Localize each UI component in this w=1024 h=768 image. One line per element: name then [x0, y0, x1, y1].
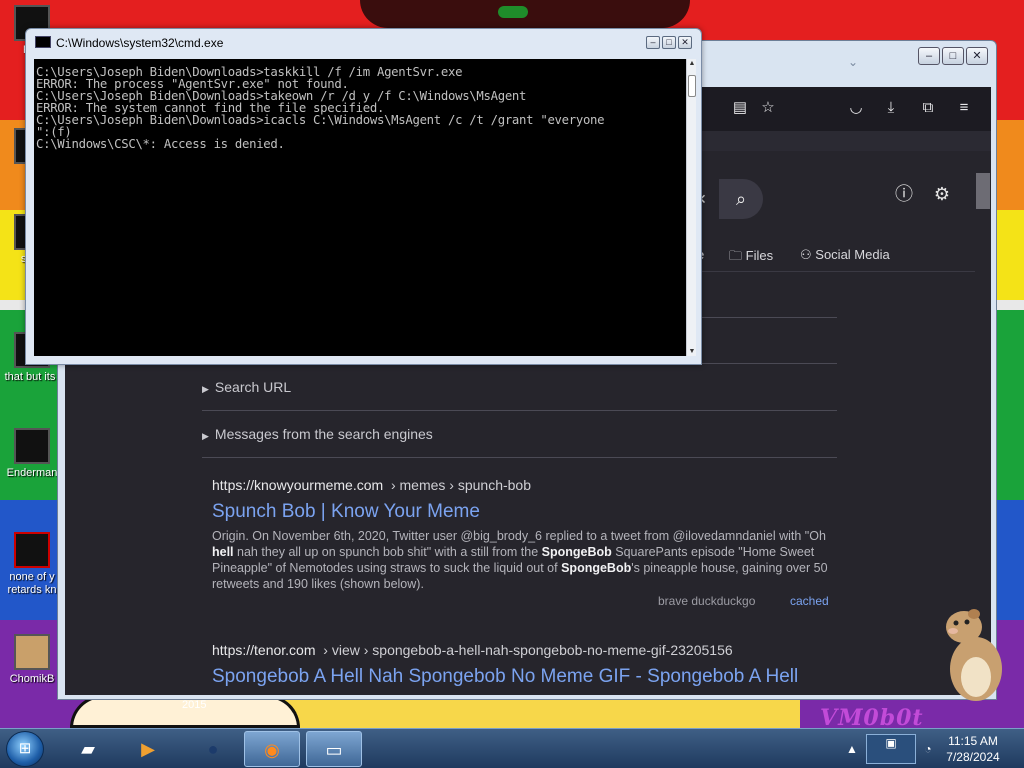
accordion-label: Search URL: [214, 379, 292, 395]
cmd-title: C:\Windows\system32\cmd.exe: [56, 36, 224, 50]
cmd-window: C:\Windows\system32\cmd.exe – □ ✕ C:\Use…: [25, 28, 702, 365]
triangle-right-icon: ▶: [202, 384, 209, 394]
files-icon: 🗀: [729, 248, 746, 263]
cmd-close-button[interactable]: ✕: [678, 36, 692, 49]
start-button[interactable]: ⊞: [6, 731, 44, 767]
cmd-scrollbar[interactable]: ▲ ▼: [686, 59, 696, 356]
browser-close-button[interactable]: ✕: [966, 47, 988, 65]
wallpaper-year-text: 2015: [182, 699, 207, 711]
desktop-icon-label: none of y retards kn: [7, 571, 57, 596]
wallpaper-vm-text: VM0b0t: [820, 705, 924, 728]
result-url[interactable]: https://tenor.com › view › spongebob-a-h…: [212, 642, 733, 658]
hamster-icon: [14, 634, 50, 670]
scroll-down-icon[interactable]: ▼: [687, 348, 697, 355]
scroll-up-icon[interactable]: ▲: [687, 60, 697, 67]
result-description: Origin. On November 6th, 2020, Twitter u…: [212, 529, 828, 591]
taskbar-app-media-player[interactable]: ▶: [120, 731, 176, 767]
hamster-pet-icon[interactable]: [940, 605, 1006, 705]
result-path: › view › spongebob-a-hell-nah-spongebob-…: [323, 642, 733, 658]
cmd-icon: [35, 36, 51, 48]
search-button[interactable]: ⌕: [719, 179, 763, 219]
menu-icon[interactable]: ≡: [953, 97, 975, 119]
result-title[interactable]: Spongebob A Hell Nah Spongebob No Meme G…: [212, 666, 798, 688]
gear-icon[interactable]: ⚙: [931, 183, 953, 205]
search-icon: ⌕: [735, 189, 747, 209]
tab-social-media[interactable]: ⚇ Social Media: [800, 247, 890, 263]
console-line: C:\Windows\CSC\*: Access is denied.: [36, 137, 285, 151]
result-path: › memes › spunch-bob: [390, 477, 532, 493]
result-url[interactable]: https://knowyourmeme.com › memes › spunc…: [212, 477, 531, 493]
wallpaper-yellow-band: [260, 700, 800, 728]
result-cached-link[interactable]: cached: [790, 594, 829, 608]
clock-date: 7/28/2024: [946, 750, 1000, 764]
cmd-maximize-button[interactable]: □: [662, 36, 676, 49]
chevron-down-icon: ⌄: [848, 55, 859, 69]
bookmark-star-icon[interactable]: ☆: [757, 97, 779, 119]
wallpaper-eyes: [498, 6, 528, 18]
desktop-icon-label: ChomikB: [9, 673, 55, 685]
console-line: C:\Users\Joseph Biden\Downloads>icacls C…: [36, 113, 605, 127]
desktop-icon-enderman[interactable]: Enderman: [2, 428, 62, 480]
info-icon[interactable]: ⓘ: [893, 183, 915, 205]
scrollbar-thumb[interactable]: [688, 75, 696, 97]
taskbar: ⊞ ▰ ▶ ● ◉ ▭ ▲ ▣ ◔ 11:15 AM 7/28/2024: [0, 728, 1024, 768]
taskbar-clock[interactable]: 11:15 AM 7/28/2024: [928, 733, 1018, 765]
extensions-icon[interactable]: ⧉: [917, 97, 939, 119]
result-domain: https://knowyourmeme.com: [212, 477, 384, 493]
pocket-icon[interactable]: ◡: [845, 97, 867, 119]
desktop-icon-none[interactable]: none of y retards kn: [2, 532, 62, 597]
accordion-label: Messages from the search engines: [214, 426, 433, 442]
browser-maximize-button[interactable]: □: [942, 47, 964, 65]
scrollbar-thumb[interactable]: [976, 173, 990, 209]
windows-logo-icon: ⊞: [18, 740, 32, 757]
tab-label: Files: [745, 248, 774, 263]
enderman-icon: [14, 428, 50, 464]
tab-files[interactable]: 🗀 Files: [729, 247, 773, 269]
app-icon: ▰: [81, 739, 95, 759]
warning-icon: [14, 532, 50, 568]
desktop-icon-chomik[interactable]: ChomikB: [2, 634, 62, 686]
taskbar-app-globe[interactable]: ●: [185, 731, 241, 767]
result-domain: https://tenor.com: [212, 642, 316, 658]
result-sources: brave duckduckgo: [658, 594, 756, 608]
taskbar-app-firefox[interactable]: ◉: [244, 731, 300, 767]
triangle-right-icon: ▶: [202, 431, 209, 441]
desktop-icon-label: that but its: [4, 371, 56, 383]
divider: [202, 457, 837, 458]
desktop-icon-label: Enderman: [6, 467, 58, 479]
taskbar-app-cmd[interactable]: ▭: [306, 731, 362, 767]
cmd-minimize-button[interactable]: –: [646, 36, 660, 49]
taskbar-app-dark[interactable]: ▰: [60, 731, 116, 767]
firefox-icon: ◉: [264, 740, 280, 760]
tab-label: Social Media: [815, 247, 890, 262]
cmd-icon: ▭: [325, 740, 343, 760]
download-icon[interactable]: ⤓: [880, 97, 902, 119]
cmd-console[interactable]: C:\Users\Joseph Biden\Downloads>taskkill…: [34, 59, 686, 356]
globe-icon: ●: [207, 739, 219, 759]
reader-view-icon[interactable]: ▤: [729, 97, 751, 119]
accordion-messages[interactable]: ▶ Messages from the search engines: [202, 426, 433, 442]
people-icon: ⚇: [800, 247, 816, 262]
divider: [202, 410, 837, 411]
result-title[interactable]: Spunch Bob | Know Your Meme: [212, 501, 480, 523]
accordion-search-url[interactable]: ▶ Search URL: [202, 379, 291, 395]
media-player-icon: ▶: [141, 739, 155, 759]
tray-app-icon[interactable]: ▣: [866, 734, 916, 764]
show-hidden-icons-icon[interactable]: ▲: [844, 741, 860, 757]
clock-time: 11:15 AM: [948, 734, 998, 748]
cmd-titlebar[interactable]: C:\Windows\system32\cmd.exe – □ ✕: [26, 29, 701, 55]
browser-minimize-button[interactable]: –: [918, 47, 940, 65]
